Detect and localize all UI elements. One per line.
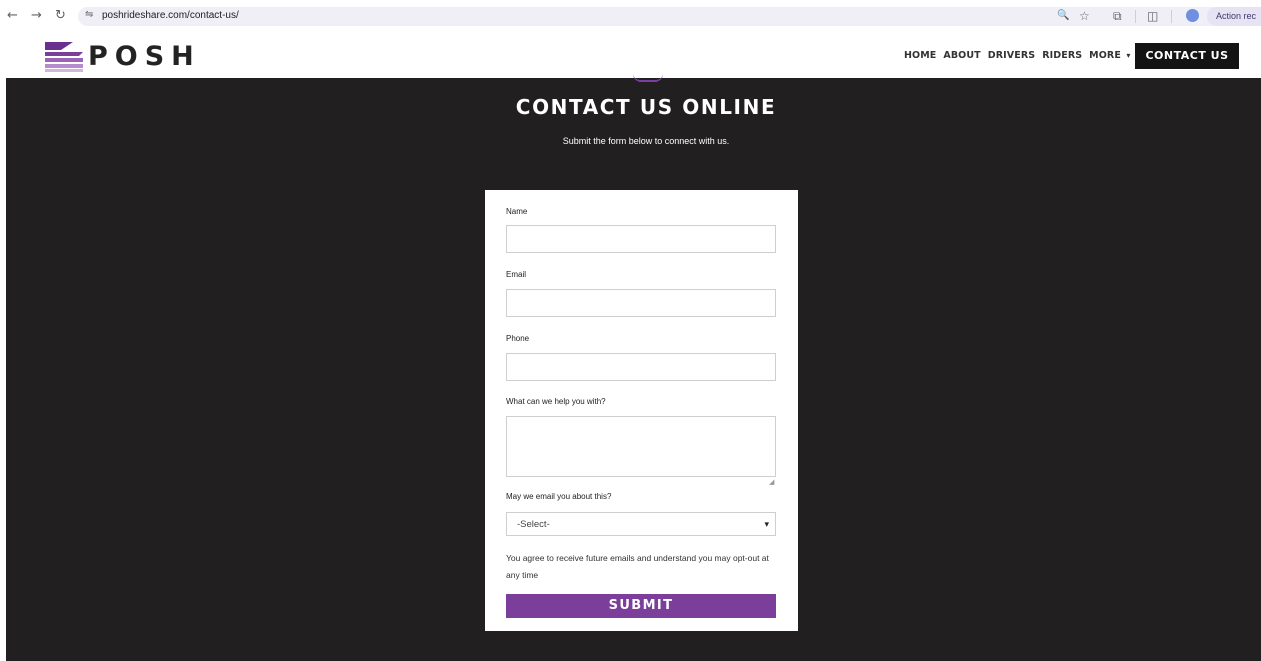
page-title: CONTACT US ONLINE [515, 95, 777, 119]
email-label: Email [506, 270, 527, 279]
browser-toolbar: ← → ↻ ⇋ poshrideshare.com/contact-us/ 🔍 … [0, 0, 1261, 32]
consent-text: You agree to receive future emails and u… [506, 553, 769, 580]
nav-home[interactable]: HOME [904, 50, 936, 61]
email-permission-select[interactable]: -Select- ▾ [506, 512, 776, 536]
email-permission-label: May we email you about this? [506, 492, 612, 501]
nav-more-label: MORE [1089, 50, 1121, 61]
reload-icon[interactable]: ↻ [55, 8, 66, 24]
nav-riders[interactable]: RIDERS [1042, 50, 1082, 61]
chevron-down-icon: ▾ [764, 519, 769, 529]
chevron-down-icon: ▾ [1126, 51, 1131, 60]
back-icon[interactable]: ← [7, 8, 18, 24]
decorative-arc [633, 74, 663, 82]
toolbar-divider [1171, 10, 1172, 23]
toolbar-divider [1135, 10, 1136, 23]
phone-label: Phone [506, 334, 530, 343]
logo-wordmark: POSH [88, 41, 201, 72]
name-label: Name [506, 207, 528, 216]
extensions-icon[interactable]: ⧉ [1113, 8, 1122, 24]
help-textarea[interactable] [506, 416, 776, 477]
contact-us-button[interactable]: CONTACT US [1135, 43, 1239, 69]
site-info-icon[interactable]: ⇋ [85, 9, 93, 20]
action-recorder-button[interactable]: Action rec [1207, 7, 1261, 26]
side-panel-icon[interactable]: ◫ [1147, 8, 1158, 24]
resize-grip-icon[interactable]: ◢ [769, 478, 774, 486]
zoom-icon[interactable]: 🔍 [1057, 8, 1069, 24]
page-subtitle: Submit the form below to connect with us… [562, 136, 730, 146]
select-value: -Select- [517, 519, 550, 530]
forward-icon[interactable]: → [31, 8, 42, 24]
contact-section: CONTACT US ONLINE Submit the form below … [6, 78, 1261, 661]
main-navigation: HOME ABOUT DRIVERS RIDERS MORE ▾ [904, 50, 1130, 61]
phone-field[interactable] [506, 353, 776, 381]
submit-button[interactable]: SUBMIT [506, 594, 776, 618]
nav-about[interactable]: ABOUT [943, 50, 980, 61]
help-label: What can we help you with? [506, 397, 606, 406]
site-header: POSH HOME ABOUT DRIVERS RIDERS MORE ▾ CO… [0, 32, 1261, 78]
name-field[interactable] [506, 225, 776, 253]
url-text[interactable]: poshrideshare.com/contact-us/ [102, 10, 239, 21]
posh-logo-mark-icon [45, 42, 83, 72]
nav-more[interactable]: MORE ▾ [1089, 50, 1130, 61]
nav-drivers[interactable]: DRIVERS [988, 50, 1035, 61]
posh-logo[interactable]: POSH [45, 41, 215, 73]
bookmark-star-icon[interactable]: ☆ [1079, 8, 1090, 24]
email-field[interactable] [506, 289, 776, 317]
contact-form: Name Email Phone What can we help you wi… [485, 190, 798, 631]
profile-avatar-icon[interactable] [1186, 9, 1199, 22]
